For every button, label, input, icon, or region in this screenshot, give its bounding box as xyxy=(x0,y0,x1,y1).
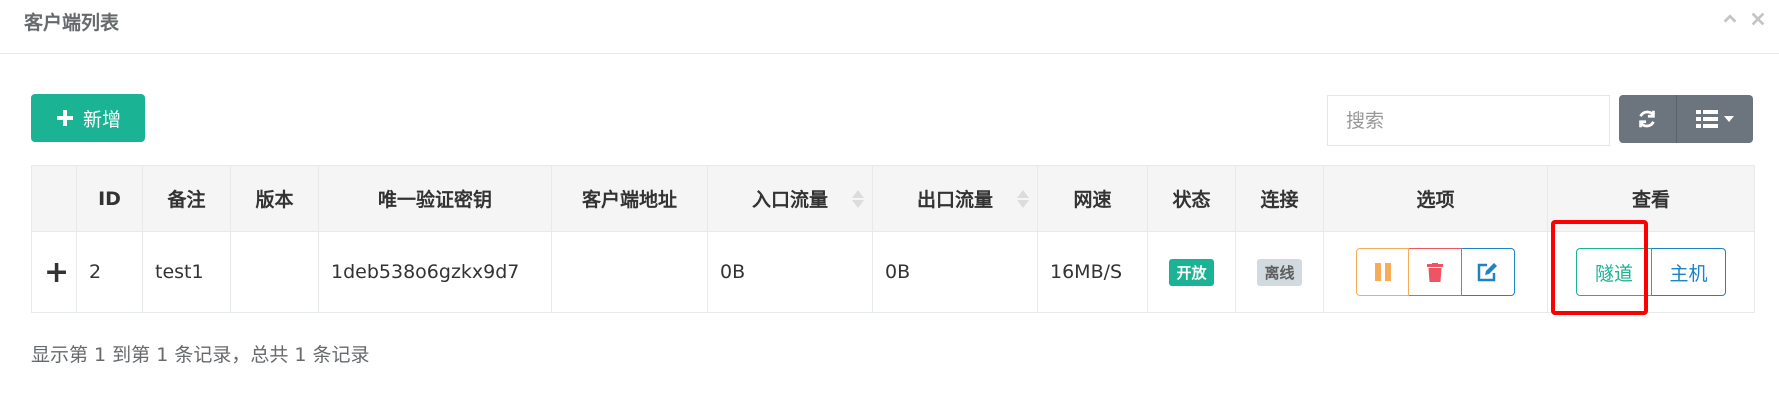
chevron-up-icon[interactable] xyxy=(1721,10,1739,28)
sort-icon[interactable] xyxy=(852,189,864,208)
pagination-summary: 显示第 1 到第 1 条记录，总共 1 条记录 xyxy=(31,344,370,366)
header-export-flow-label: 出口流量 xyxy=(916,189,993,211)
cell-view: 隧道 主机 xyxy=(1547,231,1755,313)
header-status[interactable]: 状态 xyxy=(1147,165,1236,232)
caret-down-icon xyxy=(1723,116,1734,122)
pause-icon xyxy=(1374,263,1391,281)
header-version[interactable]: 版本 xyxy=(230,165,319,232)
cell-rate: 16MB/S xyxy=(1037,231,1148,313)
client-table: ID 备注 版本 唯一验证密钥 客户端地址 入口流量 出口流量 网速 状态 连接… xyxy=(31,165,1755,313)
connection-badge: 离线 xyxy=(1257,258,1302,286)
cell-id: 2 xyxy=(76,231,143,313)
trash-icon xyxy=(1427,262,1443,282)
header-expand xyxy=(31,165,77,232)
add-client-label: 新增 xyxy=(82,108,121,131)
cell-address xyxy=(551,231,708,313)
header-rate[interactable]: 网速 xyxy=(1037,165,1148,232)
cell-options xyxy=(1323,231,1548,313)
table-header-row: ID 备注 版本 唯一验证密钥 客户端地址 入口流量 出口流量 网速 状态 连接… xyxy=(31,165,1755,232)
header-inlet-flow[interactable]: 入口流量 xyxy=(707,165,873,232)
status-badge: 开放 xyxy=(1169,258,1214,286)
cell-vkey: 1deb538o6gzkx9d7 xyxy=(318,231,552,313)
view-button-group: 隧道 主机 xyxy=(1560,248,1742,296)
header-options: 选项 xyxy=(1323,165,1548,232)
header-address[interactable]: 客户端地址 xyxy=(551,165,708,232)
header-inlet-flow-label: 入口流量 xyxy=(751,189,828,211)
view-host-button[interactable]: 主机 xyxy=(1652,248,1726,296)
cell-remark: test1 xyxy=(142,231,231,313)
header-connect[interactable]: 连接 xyxy=(1235,165,1324,232)
header-id[interactable]: ID xyxy=(76,165,143,232)
plus-icon xyxy=(56,110,73,126)
cell-status: 开放 xyxy=(1147,231,1236,313)
options-button-group xyxy=(1336,248,1535,296)
edit-icon xyxy=(1477,263,1497,282)
refresh-button[interactable] xyxy=(1619,95,1677,143)
delete-button[interactable] xyxy=(1409,248,1462,296)
header-view: 查看 xyxy=(1547,165,1755,232)
columns-toggle-button[interactable] xyxy=(1677,95,1753,143)
add-client-button[interactable]: 新增 xyxy=(31,94,145,142)
panel-tools xyxy=(1721,10,1767,28)
search-input[interactable] xyxy=(1327,95,1610,146)
header-vkey[interactable]: 唯一验证密钥 xyxy=(318,165,552,232)
table-row: + 2 test1 1deb538o6gzkx9d7 0B 0B 16MB/S … xyxy=(31,231,1755,313)
panel-title: 客户端列表 xyxy=(24,12,120,34)
panel-header: 客户端列表 xyxy=(0,0,1779,54)
header-export-flow[interactable]: 出口流量 xyxy=(872,165,1038,232)
expand-row-button[interactable]: + xyxy=(31,231,77,313)
sort-icon[interactable] xyxy=(1017,189,1029,208)
cell-version xyxy=(230,231,319,313)
refresh-icon xyxy=(1639,110,1656,128)
edit-button[interactable] xyxy=(1462,248,1515,296)
cell-connect: 离线 xyxy=(1235,231,1324,313)
cell-inlet-flow: 0B xyxy=(707,231,873,313)
pause-button[interactable] xyxy=(1356,248,1409,296)
cell-export-flow: 0B xyxy=(872,231,1038,313)
columns-icon xyxy=(1695,110,1718,128)
header-remark[interactable]: 备注 xyxy=(142,165,231,232)
table-tools-group xyxy=(1619,95,1753,143)
view-tunnel-button[interactable]: 隧道 xyxy=(1576,248,1652,296)
close-icon[interactable] xyxy=(1749,10,1767,28)
